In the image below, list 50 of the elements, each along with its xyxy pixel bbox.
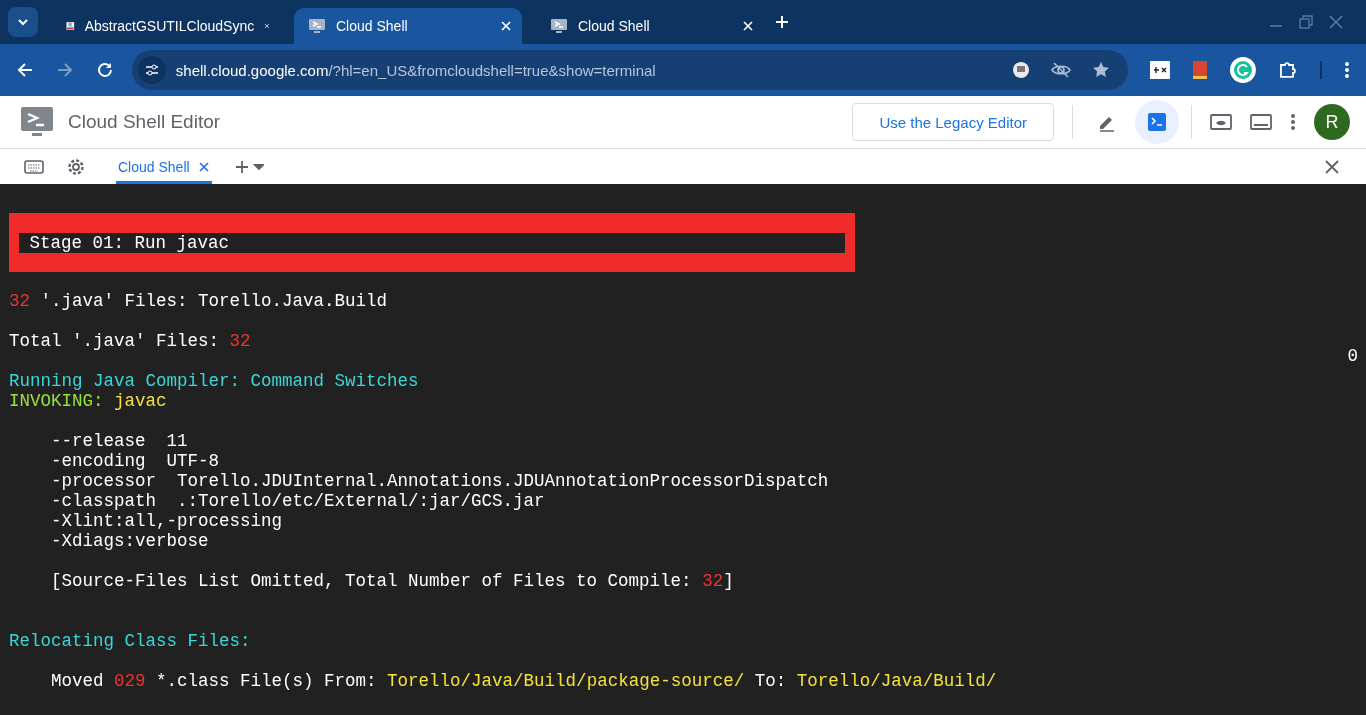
add-tab-icon[interactable] bbox=[233, 158, 264, 175]
tab-search-button[interactable] bbox=[8, 7, 38, 37]
web-preview-icon[interactable] bbox=[1210, 113, 1232, 131]
terminal-icon bbox=[1147, 112, 1167, 132]
legacy-editor-button[interactable]: Use the Legacy Editor bbox=[852, 103, 1054, 141]
monitor-logo-icon bbox=[20, 105, 54, 139]
reload-icon[interactable] bbox=[95, 61, 114, 79]
terminal-line: --release 11 bbox=[50, 431, 188, 451]
address-bar[interactable]: shell.cloud.google.com/?hl=en_US&fromcloudshell=true&show=terminal bbox=[131, 50, 1129, 90]
star-icon[interactable] bbox=[1092, 61, 1111, 79]
app-title: Cloud Shell Editor bbox=[68, 111, 221, 133]
eye-slash-icon[interactable] bbox=[1050, 61, 1073, 79]
terminal-side-text: 0 bbox=[1347, 346, 1358, 366]
panel-layout-icon[interactable] bbox=[1250, 113, 1272, 131]
terminal-mode-button[interactable] bbox=[1135, 100, 1179, 144]
settings-icon[interactable] bbox=[66, 156, 86, 177]
terminal-line: -Xdiags:verbose bbox=[50, 531, 209, 551]
terminal-line: -processor Torello.JDUInternal.Annotations.JDUAnnotationProcessorDispatch bbox=[50, 471, 829, 491]
stage-title: Stage 01: Run javac bbox=[28, 233, 230, 253]
terminal-line: Relocating Class Files: bbox=[9, 631, 251, 651]
browser-tab[interactable]: Cloud Shell bbox=[536, 8, 764, 44]
terminal-line: 32 '.java' Files: Torello.Java.Build bbox=[9, 291, 388, 311]
new-tab-icon[interactable] bbox=[774, 14, 790, 30]
terminal-line: Total '.java' Files: 32 bbox=[9, 331, 251, 351]
close-panel-icon[interactable] bbox=[1324, 158, 1340, 175]
grammar-extension-icon[interactable] bbox=[1230, 57, 1257, 83]
extension-tile-icon[interactable] bbox=[1150, 61, 1171, 79]
site-settings-icon[interactable] bbox=[137, 56, 166, 84]
forward-icon[interactable] bbox=[55, 61, 74, 79]
terminal-line: [Source-Files List Omitted, Total Number of Files to Compile: 32] bbox=[50, 571, 734, 591]
restore-icon[interactable] bbox=[1298, 14, 1314, 30]
close-window-icon[interactable] bbox=[1328, 14, 1344, 30]
browser-tab[interactable]: Cloud Shell bbox=[294, 8, 522, 44]
browser-tab[interactable]: AbstractGSUTILCloudSync bbox=[52, 8, 280, 44]
terminal-line: Running Java Compiler: Command Switches bbox=[9, 371, 419, 391]
more-options-icon[interactable] bbox=[1290, 113, 1296, 131]
terminal-line: -Xlint:all,-processing bbox=[50, 511, 283, 531]
back-icon[interactable] bbox=[16, 61, 34, 79]
terminal-line: INVOKING: javac bbox=[9, 391, 167, 411]
url-text: shell.cloud.google.com/?hl=en_US&fromcloudshell=true&show=terminal bbox=[175, 61, 656, 79]
book-icon[interactable] bbox=[1192, 60, 1209, 80]
account-avatar[interactable]: R bbox=[1314, 104, 1350, 140]
monitor-favicon-icon bbox=[550, 17, 568, 35]
puzzle-icon[interactable] bbox=[1278, 60, 1298, 80]
browser-menu-icon[interactable] bbox=[1344, 61, 1350, 79]
terminal-line: -classpath .:Torello/etc/External/:jar/GCS.jar bbox=[50, 491, 545, 511]
terminal-line: Moved 029 *.class File(s) From: Torello/Java/Build/package-source/ To: Torello/Java/Build/ bbox=[50, 671, 997, 691]
terminal-line: -encoding UTF-8 bbox=[50, 451, 220, 471]
monitor-favicon-icon bbox=[308, 17, 326, 35]
keyboard-icon[interactable] bbox=[24, 159, 44, 174]
